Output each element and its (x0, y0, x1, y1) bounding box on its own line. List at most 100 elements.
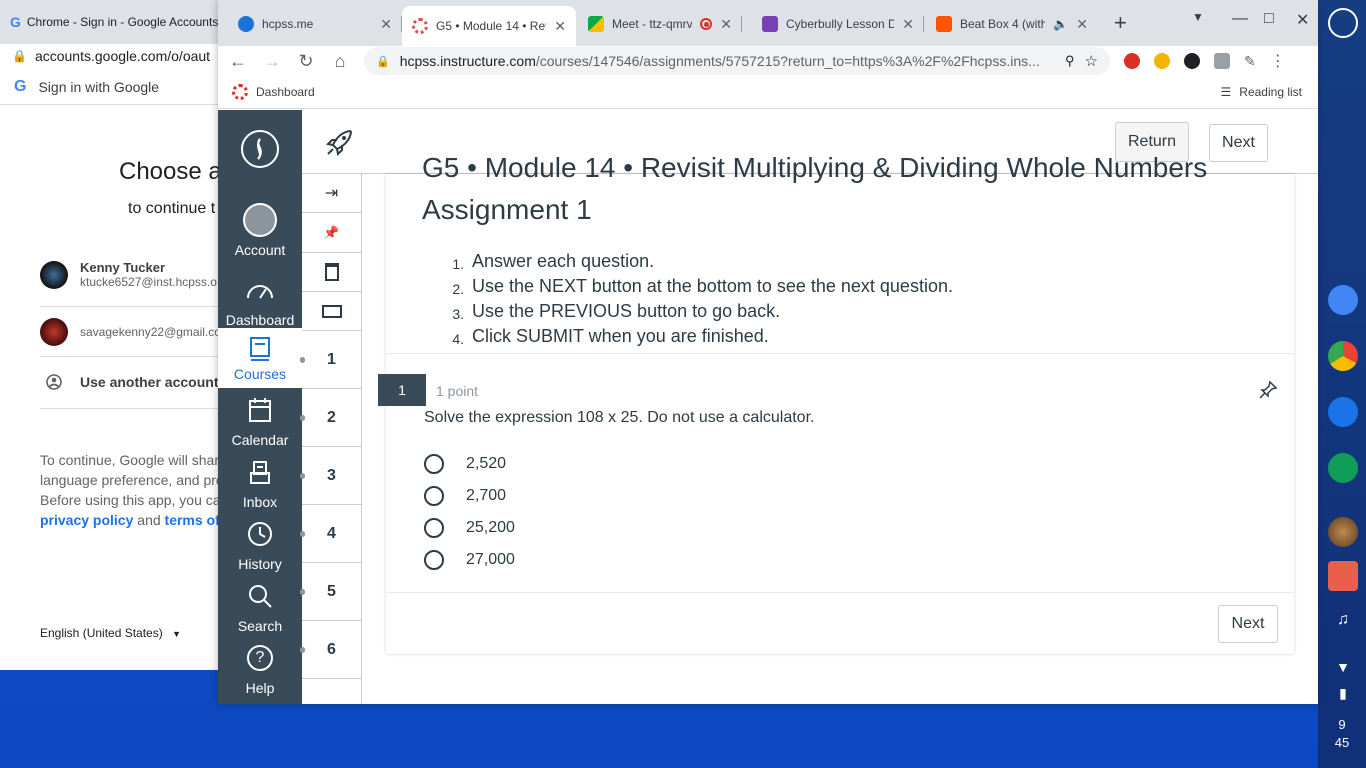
extensions-puzzle-icon[interactable]: ✎ (1244, 53, 1256, 70)
radio-button[interactable] (424, 486, 444, 506)
question-nav-4[interactable]: 4 (300, 505, 361, 563)
tab-beatbox[interactable]: Beat Box 4 (with 🔈 ✕ (926, 6, 1098, 42)
single-question-view-button[interactable] (302, 253, 361, 292)
bookmark-dashboard[interactable]: Dashboard (256, 85, 315, 99)
rocket-icon (325, 129, 353, 157)
radio-button[interactable] (424, 550, 444, 570)
main-browser-window[interactable]: hcpss.me ✕ G5 • Module 14 • Rev ✕ Meet -… (218, 0, 1318, 704)
lock-icon: 🔒 (12, 49, 27, 63)
forward-icon[interactable]: → (262, 51, 282, 72)
terms-link[interactable]: terms of (165, 512, 220, 528)
url-path: /courses/147546/assignments/5757215?retu… (535, 53, 1040, 69)
nav-inbox[interactable]: Inbox (218, 454, 302, 510)
tab-search-icon[interactable]: ▼ (1192, 10, 1204, 24)
coin-extension-icon[interactable] (1154, 53, 1170, 69)
answer-option-4[interactable]: 27,000 (424, 550, 515, 570)
language-selector[interactable]: English (United States) ▼ (40, 626, 181, 640)
tab-hcpss-me[interactable]: hcpss.me ✕ (228, 6, 402, 42)
nav-courses[interactable]: Courses (218, 328, 302, 388)
launcher-icon[interactable] (1328, 8, 1358, 38)
question-nav-3[interactable]: 3 (300, 447, 361, 505)
tab-title: hcpss.me (262, 17, 314, 31)
pinned-questions-button[interactable]: 📌 (302, 213, 361, 253)
answer-option-2[interactable]: 2,700 (424, 486, 506, 506)
location-icon[interactable]: ⚲ (1065, 53, 1075, 69)
close-tab-icon[interactable]: ✕ (720, 16, 732, 33)
clock-hour[interactable]: 9 (1318, 715, 1366, 735)
privacy-policy-link[interactable]: privacy policy (40, 512, 133, 528)
clock-minute[interactable]: 45 (1318, 733, 1366, 753)
next-button-bottom[interactable]: Next (1218, 605, 1278, 643)
lock-icon[interactable]: 🔒 (376, 55, 390, 68)
media-controls-icon[interactable]: ♫ (1328, 605, 1358, 635)
tab-cyberbully[interactable]: Cyberbully Lesson D ✕ (752, 6, 924, 42)
radio-button[interactable] (424, 518, 444, 538)
new-tab-icon[interactable]: + (1114, 10, 1127, 36)
audio-playing-icon[interactable]: 🔈 (1053, 17, 1068, 31)
nav-account[interactable]: Account (218, 202, 302, 258)
reading-list-button[interactable]: ☰ Reading list (1221, 85, 1302, 99)
minimize-icon[interactable]: — (1232, 10, 1248, 28)
radio-button[interactable] (424, 454, 444, 474)
reload-icon[interactable]: ↻ (296, 51, 316, 72)
question-nav-1[interactable]: 1 (300, 331, 361, 389)
nav-history[interactable]: History (218, 516, 302, 572)
reading-list-label: Reading list (1239, 85, 1302, 99)
battery-icon[interactable]: ▮ (1328, 678, 1358, 708)
instruction-number: 3. (452, 306, 464, 322)
close-tab-icon[interactable]: ✕ (902, 16, 914, 33)
account-email: savagekenny22@gmail.co (80, 325, 221, 339)
menu-kebab-icon[interactable]: ⋮ (1270, 51, 1286, 71)
address-bar[interactable]: 🔒 hcpss.instructure.com/courses/147546/a… (364, 47, 1110, 75)
answer-label: 27,000 (466, 551, 515, 568)
instruction-text: Click SUBMIT when you are finished. (472, 326, 769, 346)
instruction-text: Use the NEXT button at the bottom to see… (472, 276, 953, 296)
signin-url: accounts.google.com/o/oaut (34, 48, 211, 64)
tab-assignment[interactable]: G5 • Module 14 • Rev ✕ (402, 6, 576, 46)
question-nav-6[interactable]: 6 (300, 621, 361, 679)
inbox-icon (242, 454, 278, 490)
dropdown-arrow-icon: ▼ (172, 629, 181, 639)
use-another-account-label: Use another account (80, 374, 219, 390)
exit-app-icon[interactable] (1328, 561, 1358, 591)
google-docs-app-icon[interactable] (1328, 285, 1358, 315)
and-text: and (137, 512, 161, 528)
url-host: hcpss.instructure.com (399, 53, 536, 69)
nav-calendar[interactable]: Calendar (218, 392, 302, 448)
close-window-icon[interactable]: ✕ (1296, 10, 1309, 30)
adblock-extension-icon[interactable] (1124, 53, 1140, 69)
user-avatar-icon[interactable] (1328, 517, 1358, 547)
canvas-logo[interactable] (218, 130, 302, 168)
canvas-logo-icon (241, 130, 279, 168)
nav-search[interactable]: Search (218, 578, 302, 634)
translate-extension-icon[interactable] (1214, 53, 1230, 69)
answer-option-1[interactable]: 2,520 (424, 454, 506, 474)
answer-label: 2,700 (466, 487, 507, 504)
camera-extension-icon[interactable] (1184, 53, 1200, 69)
bookmark-star-icon[interactable]: ☆ (1085, 52, 1098, 70)
nav-help[interactable]: ? Help (218, 640, 302, 696)
flag-question-pin-icon[interactable] (1258, 380, 1278, 400)
close-tab-icon[interactable]: ✕ (380, 16, 392, 33)
close-tab-icon[interactable]: ✕ (1076, 16, 1088, 33)
maximize-icon[interactable]: □ (1264, 10, 1274, 28)
signin-header-label: Sign in with Google (38, 79, 160, 95)
chrome-app-icon[interactable] (1328, 341, 1358, 371)
instructions-list: 1. Answer each question. 2. Use the NEXT b… (446, 250, 953, 350)
answer-option-3[interactable]: 25,200 (424, 518, 515, 538)
close-tab-icon[interactable]: ✕ (554, 18, 566, 35)
recording-icon (700, 18, 713, 30)
tab-meet[interactable]: Meet - ttz-qmrv-g ✕ (578, 6, 742, 42)
collapse-nav-button[interactable]: ⇥ (302, 174, 361, 213)
nav-label: Search (237, 618, 283, 634)
question-nav-5[interactable]: 5 (300, 563, 361, 621)
home-icon[interactable]: ⌂ (330, 51, 350, 72)
browser-toolbar: ← → ↻ ⌂ 🔒 hcpss.instructure.com/courses/… (218, 46, 1318, 76)
files-app-icon[interactable] (1328, 397, 1358, 427)
classroom-app-icon[interactable] (1328, 453, 1358, 483)
all-questions-view-button[interactable] (302, 292, 361, 331)
question-nav-2[interactable]: 2 (300, 389, 361, 447)
back-icon[interactable]: ← (228, 51, 248, 72)
nav-dashboard[interactable]: Dashboard (218, 272, 302, 328)
next-button-top[interactable]: Next (1209, 124, 1268, 162)
